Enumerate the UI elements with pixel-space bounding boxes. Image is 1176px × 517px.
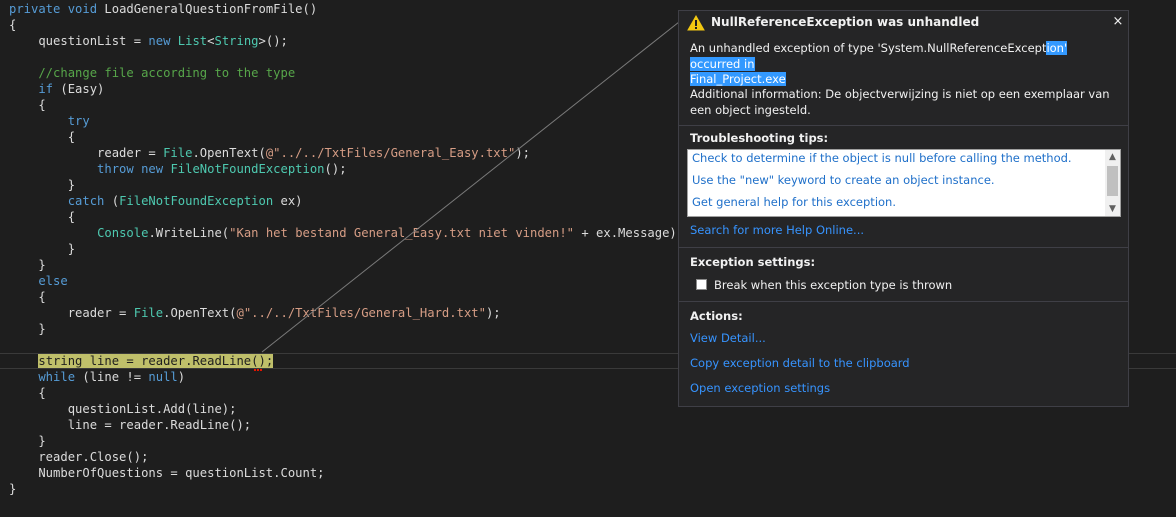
popup-header: NullReferenceException was unhandled ×: [679, 11, 1128, 35]
message-selected-exe: Final_Project.exe: [690, 72, 786, 86]
chevron-up-icon[interactable]: ▲: [1105, 150, 1120, 164]
warning-triangle-icon: [687, 15, 705, 31]
additional-information: Additional information: De objectverwijz…: [690, 87, 1110, 117]
close-icon[interactable]: ×: [1111, 14, 1125, 30]
chevron-down-icon[interactable]: ▼: [1105, 202, 1120, 216]
troubleshooting-title: Troubleshooting tips:: [690, 131, 829, 145]
exception-message: An unhandled exception of type 'System.N…: [690, 41, 1110, 88]
tip-link-new-keyword[interactable]: Use the "new" keyword to create an objec…: [692, 173, 995, 187]
tip-link-null-check[interactable]: Check to determine if the object is null…: [692, 151, 1072, 165]
tip-link-general-help[interactable]: Get general help for this exception.: [692, 195, 896, 209]
open-exception-settings-link[interactable]: Open exception settings: [690, 381, 830, 395]
actions-title: Actions:: [690, 309, 743, 323]
divider: [679, 247, 1128, 248]
troubleshooting-tips-list[interactable]: Check to determine if the object is null…: [687, 149, 1121, 217]
message-text: An unhandled exception of type 'System.N…: [690, 41, 1047, 55]
exception-helper-popup: NullReferenceException was unhandled × A…: [678, 10, 1129, 407]
exception-title: NullReferenceException was unhandled: [711, 15, 980, 29]
search-help-online-link[interactable]: Search for more Help Online...: [690, 223, 864, 237]
view-detail-link[interactable]: View Detail...: [690, 331, 766, 345]
exception-settings-title: Exception settings:: [690, 255, 816, 269]
break-on-exception-label: Break when this exception type is thrown: [714, 278, 953, 292]
divider: [679, 125, 1128, 126]
tips-scrollbar[interactable]: ▲ ▼: [1105, 150, 1120, 216]
copy-exception-detail-link[interactable]: Copy exception detail to the clipboard: [690, 356, 910, 370]
scrollbar-thumb[interactable]: [1107, 166, 1118, 196]
exception-message-section: An unhandled exception of type 'System.N…: [679, 39, 1128, 125]
break-on-exception-checkbox[interactable]: [696, 279, 707, 290]
divider: [679, 301, 1128, 302]
